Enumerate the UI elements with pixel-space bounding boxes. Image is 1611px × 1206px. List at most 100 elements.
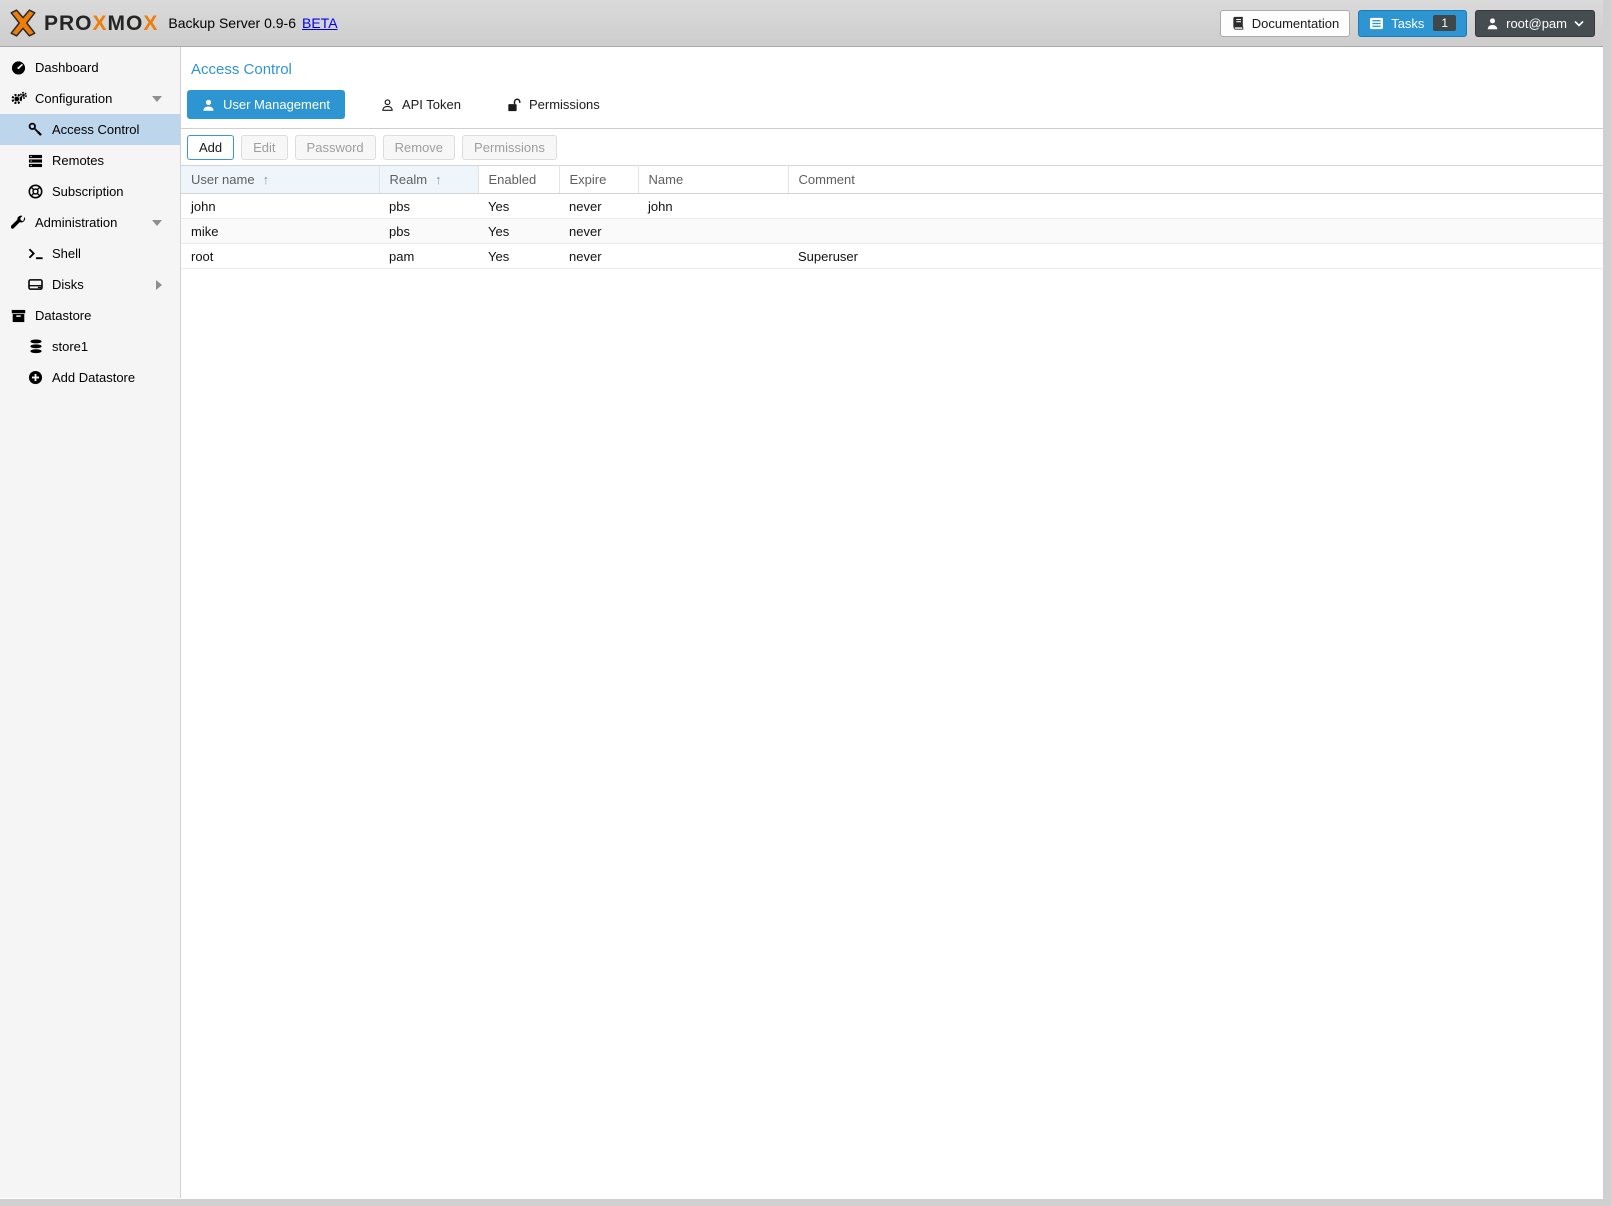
beta-link[interactable]: BETA bbox=[302, 15, 338, 31]
cell-name bbox=[638, 219, 788, 244]
terminal-icon bbox=[27, 246, 44, 262]
table-header-row: User name ↑ Realm ↑ Enabled Expire Name Co… bbox=[181, 166, 1603, 194]
sort-asc-icon: ↑ bbox=[435, 172, 442, 187]
cell-comment bbox=[788, 219, 1603, 244]
column-header-name[interactable]: Name bbox=[638, 166, 788, 194]
column-label: User name bbox=[191, 172, 255, 187]
user-menu-label: root@pam bbox=[1506, 16, 1567, 31]
column-header-enabled[interactable]: Enabled bbox=[478, 166, 559, 194]
column-label: Comment bbox=[799, 172, 855, 187]
sort-asc-icon: ↑ bbox=[263, 172, 270, 187]
tab-user-management[interactable]: User Management bbox=[187, 90, 345, 119]
cell-comment bbox=[788, 194, 1603, 219]
topbar: PROXMOX Backup Server 0.9-6 BETA Documen… bbox=[0, 0, 1603, 47]
column-label: Realm bbox=[390, 172, 428, 187]
life-ring-icon bbox=[27, 184, 44, 200]
cell-comment: Superuser bbox=[788, 244, 1603, 269]
tasks-button[interactable]: Tasks 1 bbox=[1358, 10, 1467, 37]
column-label: Name bbox=[649, 172, 684, 187]
tasks-count-badge: 1 bbox=[1433, 15, 1456, 31]
cell-enabled: Yes bbox=[478, 219, 559, 244]
user-icon bbox=[1486, 17, 1499, 30]
cell-enabled: Yes bbox=[478, 244, 559, 269]
documentation-label: Documentation bbox=[1252, 16, 1339, 31]
task-list-icon bbox=[1369, 17, 1384, 30]
sidebar: Dashboard Configuration Access Control bbox=[0, 47, 181, 1198]
chevron-down-icon bbox=[1574, 20, 1584, 27]
sidebar-item-datastore[interactable]: Datastore bbox=[0, 300, 180, 331]
column-header-comment[interactable]: Comment bbox=[788, 166, 1603, 194]
tab-api-token[interactable]: API Token bbox=[371, 90, 471, 119]
gauge-icon bbox=[10, 60, 27, 76]
column-label: Expire bbox=[570, 172, 607, 187]
permissions-button[interactable]: Permissions bbox=[462, 135, 557, 160]
users-table: User name ↑ Realm ↑ Enabled Expire Name Co… bbox=[181, 165, 1603, 269]
sidebar-item-label: Dashboard bbox=[35, 60, 99, 75]
edit-button[interactable]: Edit bbox=[241, 135, 287, 160]
plus-circle-icon bbox=[27, 370, 44, 386]
sidebar-item-label: Subscription bbox=[52, 184, 124, 199]
tasks-label: Tasks bbox=[1391, 16, 1424, 31]
cell-name: john bbox=[638, 194, 788, 219]
user-menu-button[interactable]: root@pam bbox=[1475, 10, 1595, 37]
user-solid-icon bbox=[202, 98, 215, 112]
cell-expire: never bbox=[559, 219, 638, 244]
sidebar-item-dashboard[interactable]: Dashboard bbox=[0, 52, 180, 83]
tab-label: Permissions bbox=[529, 97, 600, 112]
tab-label: API Token bbox=[402, 97, 461, 112]
cell-realm: pbs bbox=[379, 194, 478, 219]
page-title: Access Control bbox=[181, 47, 1603, 78]
tab-permissions[interactable]: Permissions bbox=[497, 90, 610, 119]
caret-right-icon[interactable] bbox=[156, 280, 162, 290]
sidebar-item-label: Administration bbox=[35, 215, 117, 230]
archive-box-icon bbox=[10, 308, 27, 324]
tab-bar: User Management API Token Permissions bbox=[181, 78, 1603, 128]
key-icon bbox=[27, 122, 44, 138]
server-list-icon bbox=[27, 153, 44, 169]
column-header-username[interactable]: User name ↑ bbox=[181, 166, 379, 194]
app-window: PROXMOX Backup Server 0.9-6 BETA Documen… bbox=[0, 0, 1603, 1199]
column-header-realm[interactable]: Realm ↑ bbox=[379, 166, 478, 194]
sidebar-item-remotes[interactable]: Remotes bbox=[0, 145, 180, 176]
table-row[interactable]: john pbs Yes never john bbox=[181, 194, 1603, 219]
content-panel: Access Control User Management API Token bbox=[181, 47, 1603, 1198]
sidebar-item-label: Datastore bbox=[35, 308, 91, 323]
sidebar-item-access-control[interactable]: Access Control bbox=[0, 114, 180, 145]
column-label: Enabled bbox=[489, 172, 537, 187]
proxmox-x-logo-icon bbox=[8, 8, 38, 38]
table-row[interactable]: mike pbs Yes never bbox=[181, 219, 1603, 244]
sidebar-item-administration[interactable]: Administration bbox=[0, 207, 180, 238]
sidebar-item-label: Configuration bbox=[35, 91, 112, 106]
sidebar-item-add-datastore[interactable]: Add Datastore bbox=[0, 362, 180, 393]
cell-realm: pbs bbox=[379, 219, 478, 244]
sidebar-item-disks[interactable]: Disks bbox=[0, 269, 180, 300]
book-icon bbox=[1231, 16, 1245, 30]
sidebar-item-subscription[interactable]: Subscription bbox=[0, 176, 180, 207]
proxmox-logo: PROXMOX bbox=[8, 8, 158, 38]
remove-button[interactable]: Remove bbox=[383, 135, 455, 160]
column-header-expire[interactable]: Expire bbox=[559, 166, 638, 194]
documentation-button[interactable]: Documentation bbox=[1220, 10, 1350, 37]
cell-username: john bbox=[181, 194, 379, 219]
sidebar-item-label: Disks bbox=[52, 277, 84, 292]
database-icon bbox=[27, 339, 44, 355]
add-button[interactable]: Add bbox=[187, 135, 234, 160]
sidebar-item-label: store1 bbox=[52, 339, 88, 354]
grid-toolbar: Add Edit Password Remove Permissions bbox=[181, 129, 1603, 165]
sidebar-item-configuration[interactable]: Configuration bbox=[0, 83, 180, 114]
cell-realm: pam bbox=[379, 244, 478, 269]
sidebar-item-store1[interactable]: store1 bbox=[0, 331, 180, 362]
sidebar-item-shell[interactable]: Shell bbox=[0, 238, 180, 269]
cell-expire: never bbox=[559, 244, 638, 269]
cell-username: mike bbox=[181, 219, 379, 244]
table-row[interactable]: root pam Yes never Superuser bbox=[181, 244, 1603, 269]
unlock-icon bbox=[507, 98, 521, 112]
user-outline-icon bbox=[381, 98, 394, 112]
caret-down-icon[interactable] bbox=[152, 96, 162, 102]
caret-down-icon[interactable] bbox=[152, 220, 162, 226]
gears-icon bbox=[10, 91, 27, 107]
password-button[interactable]: Password bbox=[295, 135, 376, 160]
user-grid-panel: Add Edit Password Remove Permissions Use… bbox=[181, 128, 1603, 269]
app-version-text: Backup Server 0.9-6 bbox=[168, 15, 296, 31]
sidebar-item-label: Add Datastore bbox=[52, 370, 135, 385]
